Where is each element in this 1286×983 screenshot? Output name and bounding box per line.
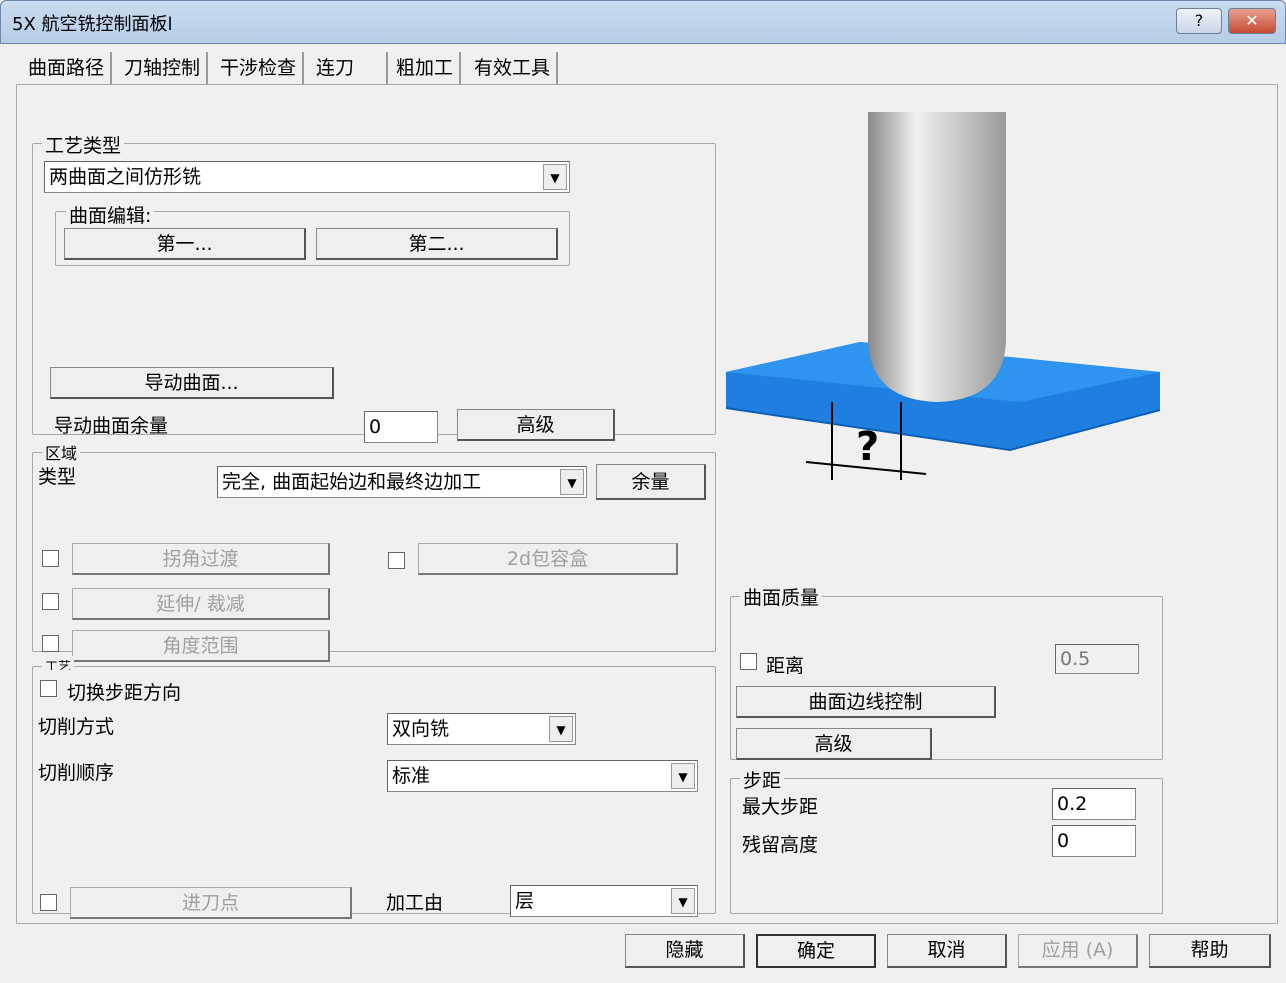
tab-links[interactable]: 连刀 [310,52,388,84]
angle-checkbox[interactable] [42,635,59,652]
region-type-label: 类型 [38,466,77,488]
max-step-input[interactable]: 0.2 [1052,788,1136,820]
edge-control-button[interactable]: 曲面边线控制 [736,686,996,718]
help-button[interactable]: ? [1176,8,1222,34]
cut-method-label: 切削方式 [38,716,115,738]
stepover-label: 步距 [740,766,785,793]
chevron-down-icon: ▼ [543,164,567,190]
cut-order-select[interactable]: 标准 ▼ [387,760,698,792]
chevron-down-icon: ▼ [671,763,695,789]
guide-allowance-label: 导动曲面余量 [54,415,169,437]
switch-step-checkbox[interactable] [40,680,57,697]
extend-button[interactable]: 延伸/ 裁减 [72,588,330,620]
switch-step-label: 切换步距方向 [67,682,182,704]
ball-end-mill-illustration: ? [725,112,1161,480]
first-surface-button[interactable]: 第一... [64,228,306,260]
chevron-down-icon: ▼ [560,469,584,495]
hide-button[interactable]: 隐藏 [625,934,745,968]
region-type-select[interactable]: 完全, 曲面起始边和最终边加工 ▼ [217,466,587,498]
process-label: 工艺类型 [42,131,125,158]
cut-order-label: 切削顺序 [38,762,115,784]
tab-surface-path[interactable]: 曲面路径 [22,52,113,84]
pattern-label: 工艺 [42,656,75,670]
machine-by-value: 层 [515,890,535,912]
surface-edit-label: 曲面编辑: [66,201,155,228]
entry-button[interactable]: 进刀点 [70,887,352,919]
close-button[interactable]: ✕ [1228,8,1276,34]
cut-order-value: 标准 [392,765,431,787]
extend-checkbox[interactable] [42,593,59,610]
tab-tool-axis[interactable]: 刀轴控制 [118,52,209,84]
region-type-value: 完全, 曲面起始边和最终边加工 [222,471,482,493]
corner-button[interactable]: 拐角过渡 [72,543,330,575]
help-footer-button[interactable]: 帮助 [1149,934,1271,968]
cancel-button[interactable]: 取消 [887,934,1007,968]
allowance-button[interactable]: 余量 [596,464,706,500]
cut-method-value: 双向铣 [392,718,450,740]
cut-method-select[interactable]: 双向铣 ▼ [387,713,576,745]
entry-checkbox[interactable] [40,894,57,911]
machine-by-select[interactable]: 层 ▼ [510,885,698,917]
window-title: 5X 航空铣控制面板l [12,14,173,35]
bbox-checkbox[interactable] [388,552,405,569]
question-mark: ? [856,424,879,470]
distance-input[interactable]: 0.5 [1055,644,1139,674]
quality-advanced-button[interactable]: 高级 [736,728,932,760]
apply-button[interactable]: 应用 (A) [1018,934,1138,968]
angle-button[interactable]: 角度范围 [72,630,330,662]
process-type-select[interactable]: 两曲面之间仿形铣 ▼ [44,161,570,193]
process-type-value: 两曲面之间仿形铣 [49,166,202,188]
bbox-button[interactable]: 2d包容盒 [418,543,678,575]
corner-checkbox[interactable] [42,550,59,567]
second-surface-button[interactable]: 第二... [316,228,558,260]
chevron-down-icon: ▼ [671,888,695,914]
max-step-label: 最大步距 [742,796,819,818]
ok-button[interactable]: 确定 [756,934,876,968]
guide-allowance-input[interactable]: 0 [364,411,438,443]
title-bar [0,0,1286,44]
machine-by-label: 加工由 [386,892,444,914]
scallop-input[interactable]: 0 [1052,825,1136,857]
process-advanced-button[interactable]: 高级 [457,409,615,441]
region-label: 区域 [42,440,81,464]
distance-label: 距离 [766,655,805,677]
chevron-down-icon: ▼ [549,716,573,742]
quality-label: 曲面质量 [740,583,823,610]
tab-tools[interactable]: 有效工具 [468,52,559,84]
tab-roughing[interactable]: 粗加工 [390,52,462,84]
tab-collision[interactable]: 干涉检查 [214,52,305,84]
guide-surface-button[interactable]: 导动曲面... [50,367,334,399]
distance-checkbox[interactable] [740,653,757,670]
scallop-label: 残留高度 [742,834,819,856]
